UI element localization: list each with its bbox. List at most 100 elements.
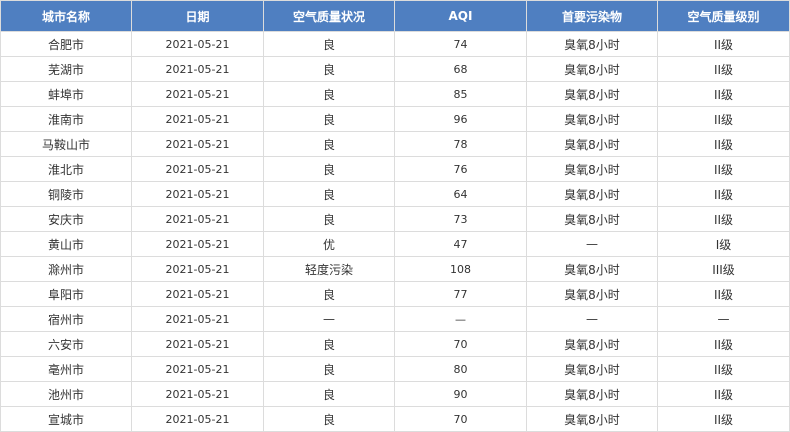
pollutant-cell: 臭氧8小时 bbox=[526, 331, 658, 357]
table-row: 滁州市 2021-05-21 轻度污染 108 臭氧8小时 III级 bbox=[0, 256, 790, 282]
city-cell: 铜陵市 bbox=[0, 181, 132, 207]
date-cell: 2021-05-21 bbox=[131, 106, 264, 132]
table-row: 铜陵市 2021-05-21 良 64 臭氧8小时 II级 bbox=[0, 181, 790, 207]
aqi-cell: 64 bbox=[394, 181, 527, 207]
pollutant-cell: 臭氧8小时 bbox=[526, 81, 658, 107]
level-cell: II级 bbox=[657, 206, 790, 232]
status-cell: 良 bbox=[263, 81, 395, 107]
table-row: 六安市 2021-05-21 良 70 臭氧8小时 II级 bbox=[0, 331, 790, 357]
date-cell: 2021-05-21 bbox=[131, 81, 264, 107]
city-cell: 滁州市 bbox=[0, 256, 132, 282]
aqi-cell: 80 bbox=[394, 356, 527, 382]
status-cell: — bbox=[263, 306, 395, 332]
aqi-cell: 73 bbox=[394, 206, 527, 232]
level-cell: II级 bbox=[657, 31, 790, 57]
table-row: 安庆市 2021-05-21 良 73 臭氧8小时 II级 bbox=[0, 206, 790, 232]
status-cell: 良 bbox=[263, 106, 395, 132]
table-row: 合肥市 2021-05-21 良 74 臭氧8小时 II级 bbox=[0, 31, 790, 57]
level-cell: II级 bbox=[657, 406, 790, 432]
status-cell: 优 bbox=[263, 231, 395, 257]
column-header-status: 空气质量状况 bbox=[263, 0, 395, 32]
city-cell: 宿州市 bbox=[0, 306, 132, 332]
pollutant-cell: 臭氧8小时 bbox=[526, 206, 658, 232]
city-cell: 亳州市 bbox=[0, 356, 132, 382]
city-cell: 池州市 bbox=[0, 381, 132, 407]
table-row: 马鞍山市 2021-05-21 良 78 臭氧8小时 II级 bbox=[0, 131, 790, 157]
level-cell: II级 bbox=[657, 331, 790, 357]
table-row: 蚌埠市 2021-05-21 良 85 臭氧8小时 II级 bbox=[0, 81, 790, 107]
status-cell: 良 bbox=[263, 406, 395, 432]
city-cell: 淮北市 bbox=[0, 156, 132, 182]
table-header: 城市名称 日期 空气质量状况 AQI 首要污染物 空气质量级别 bbox=[0, 0, 790, 32]
city-cell: 阜阳市 bbox=[0, 281, 132, 307]
status-cell: 良 bbox=[263, 381, 395, 407]
city-cell: 六安市 bbox=[0, 331, 132, 357]
city-cell: 合肥市 bbox=[0, 31, 132, 57]
pollutant-cell: 臭氧8小时 bbox=[526, 406, 658, 432]
status-cell: 良 bbox=[263, 331, 395, 357]
level-cell: II级 bbox=[657, 281, 790, 307]
date-cell: 2021-05-21 bbox=[131, 181, 264, 207]
table-row: 淮南市 2021-05-21 良 96 臭氧8小时 II级 bbox=[0, 106, 790, 132]
table-row: 宣城市 2021-05-21 良 70 臭氧8小时 II级 bbox=[0, 406, 790, 432]
city-cell: 安庆市 bbox=[0, 206, 132, 232]
level-cell: II级 bbox=[657, 131, 790, 157]
pollutant-cell: 臭氧8小时 bbox=[526, 106, 658, 132]
status-cell: 良 bbox=[263, 56, 395, 82]
aqi-cell: 85 bbox=[394, 81, 527, 107]
aqi-cell: 77 bbox=[394, 281, 527, 307]
date-cell: 2021-05-21 bbox=[131, 206, 264, 232]
status-cell: 良 bbox=[263, 181, 395, 207]
level-cell: II级 bbox=[657, 156, 790, 182]
date-cell: 2021-05-21 bbox=[131, 256, 264, 282]
pollutant-cell: 臭氧8小时 bbox=[526, 56, 658, 82]
table-row: 阜阳市 2021-05-21 良 77 臭氧8小时 II级 bbox=[0, 281, 790, 307]
date-cell: 2021-05-21 bbox=[131, 356, 264, 382]
status-cell: 良 bbox=[263, 31, 395, 57]
date-cell: 2021-05-21 bbox=[131, 281, 264, 307]
aqi-cell: 74 bbox=[394, 31, 527, 57]
date-cell: 2021-05-21 bbox=[131, 406, 264, 432]
date-cell: 2021-05-21 bbox=[131, 331, 264, 357]
status-cell: 轻度污染 bbox=[263, 256, 395, 282]
pollutant-cell: 臭氧8小时 bbox=[526, 31, 658, 57]
date-cell: 2021-05-21 bbox=[131, 231, 264, 257]
aqi-cell: 96 bbox=[394, 106, 527, 132]
aqi-cell: — bbox=[394, 306, 527, 332]
column-header-level: 空气质量级别 bbox=[657, 0, 790, 32]
aqi-cell: 70 bbox=[394, 331, 527, 357]
level-cell: II级 bbox=[657, 181, 790, 207]
level-cell: III级 bbox=[657, 256, 790, 282]
level-cell: II级 bbox=[657, 56, 790, 82]
city-cell: 淮南市 bbox=[0, 106, 132, 132]
table-row: 池州市 2021-05-21 良 90 臭氧8小时 II级 bbox=[0, 381, 790, 407]
pollutant-cell: 臭氧8小时 bbox=[526, 181, 658, 207]
pollutant-cell: 臭氧8小时 bbox=[526, 356, 658, 382]
level-cell: — bbox=[657, 306, 790, 332]
column-header-aqi: AQI bbox=[394, 0, 527, 32]
header-row: 城市名称 日期 空气质量状况 AQI 首要污染物 空气质量级别 bbox=[0, 0, 790, 32]
status-cell: 良 bbox=[263, 356, 395, 382]
column-header-city: 城市名称 bbox=[0, 0, 132, 32]
aqi-cell: 76 bbox=[394, 156, 527, 182]
pollutant-cell: 臭氧8小时 bbox=[526, 381, 658, 407]
city-cell: 芜湖市 bbox=[0, 56, 132, 82]
date-cell: 2021-05-21 bbox=[131, 381, 264, 407]
table-row: 芜湖市 2021-05-21 良 68 臭氧8小时 II级 bbox=[0, 56, 790, 82]
table-body: 合肥市 2021-05-21 良 74 臭氧8小时 II级 芜湖市 2021-05-21 良 68… bbox=[0, 31, 790, 432]
status-cell: 良 bbox=[263, 281, 395, 307]
pollutant-cell: — bbox=[526, 231, 658, 257]
pollutant-cell: 臭氧8小时 bbox=[526, 131, 658, 157]
aqi-cell: 78 bbox=[394, 131, 527, 157]
city-cell: 宣城市 bbox=[0, 406, 132, 432]
aqi-cell: 90 bbox=[394, 381, 527, 407]
aqi-cell: 68 bbox=[394, 56, 527, 82]
level-cell: II级 bbox=[657, 106, 790, 132]
aqi-cell: 108 bbox=[394, 256, 527, 282]
date-cell: 2021-05-21 bbox=[131, 131, 264, 157]
status-cell: 良 bbox=[263, 156, 395, 182]
city-cell: 黄山市 bbox=[0, 231, 132, 257]
table-row: 淮北市 2021-05-21 良 76 臭氧8小时 II级 bbox=[0, 156, 790, 182]
date-cell: 2021-05-21 bbox=[131, 156, 264, 182]
level-cell: II级 bbox=[657, 356, 790, 382]
